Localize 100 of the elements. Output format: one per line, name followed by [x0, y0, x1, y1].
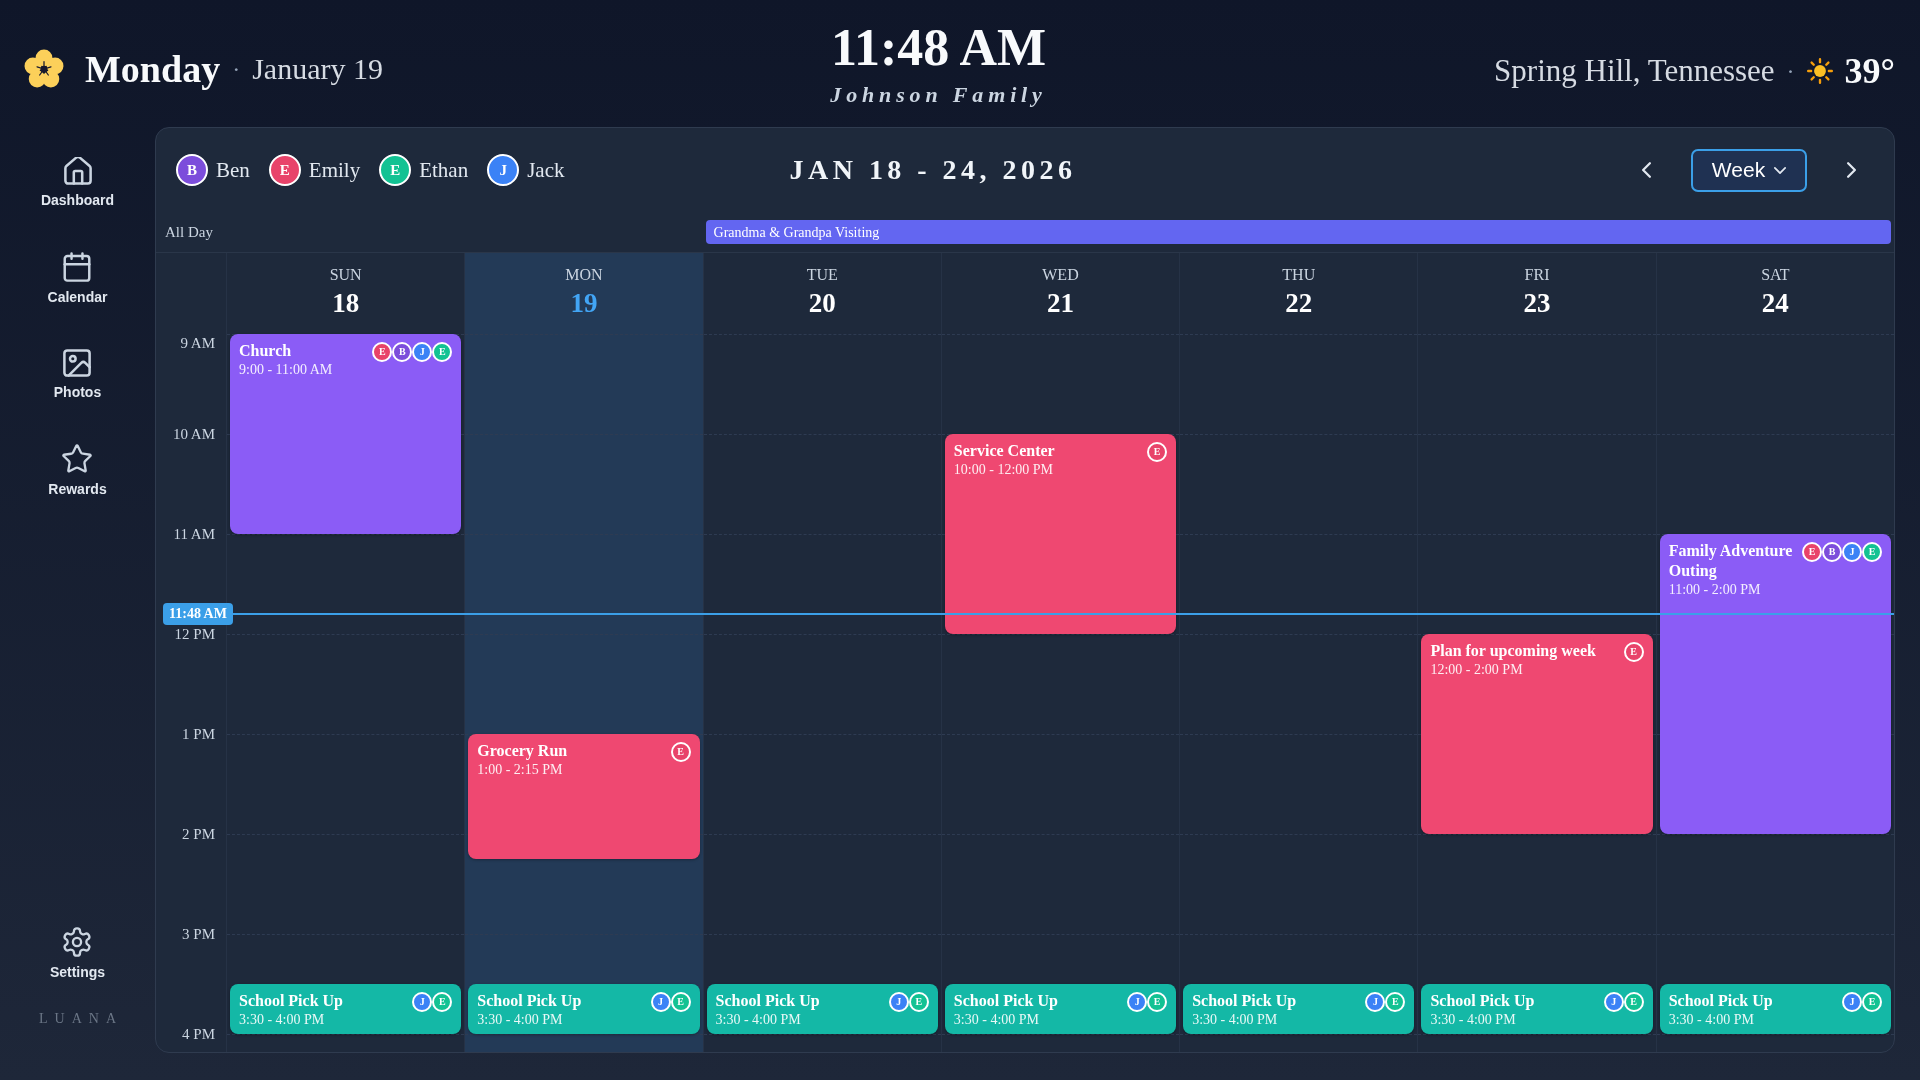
- avatar: E: [670, 992, 691, 1012]
- day-name: SUN: [329, 265, 362, 285]
- event-time: 3:30 - 4:00 PM: [1192, 1011, 1279, 1028]
- event-card[interactable]: Family Adventure Outing 11:00 - 2:00 PM E B J E: [1659, 534, 1891, 834]
- member-filter[interactable]: B Ben: [176, 154, 250, 186]
- event-title: School Pick Up: [477, 991, 582, 1011]
- day-number: 19: [570, 287, 598, 319]
- family-name: Johnson Family: [830, 80, 1047, 109]
- event-time: 11:00 - 2:00 PM: [1668, 581, 1762, 598]
- avatar: J: [1842, 992, 1862, 1012]
- event-card[interactable]: Church 9:00 - 11:00 AM E B J E: [230, 334, 462, 534]
- day-number: 23: [1523, 287, 1551, 319]
- day-number: 18: [332, 287, 360, 319]
- event-card[interactable]: School Pick Up 3:30 - 4:00 PM J E: [944, 984, 1177, 1034]
- avatar: E: [908, 992, 929, 1012]
- avatar: E: [1802, 542, 1822, 562]
- day-number: 24: [1761, 287, 1789, 319]
- event-time: 1:00 - 2:15 PM: [477, 761, 564, 778]
- chevron-right-icon: [1847, 162, 1856, 178]
- event-title: School Pick Up: [1192, 991, 1297, 1011]
- event-time: 3:30 - 4:00 PM: [477, 1011, 564, 1028]
- avatar: J: [412, 992, 433, 1012]
- event-title: Plan for upcoming week: [1430, 641, 1596, 661]
- avatar: J: [888, 992, 909, 1012]
- time-label: 1 PM: [182, 725, 215, 743]
- avatar: E: [432, 342, 453, 362]
- event-title: School Pick Up: [715, 991, 820, 1011]
- sidebar-item[interactable]: Rewards: [42, 444, 113, 498]
- event-title: School Pick Up: [1668, 991, 1773, 1011]
- avatar: B: [1822, 542, 1842, 562]
- day-name: SAT: [1761, 265, 1790, 285]
- event-time: 12:00 - 2:00 PM: [1430, 661, 1524, 678]
- avatar: E: [1147, 442, 1168, 462]
- sun-icon: [1806, 57, 1833, 84]
- avatar: E: [1385, 992, 1406, 1012]
- event-time: 3:30 - 4:00 PM: [715, 1011, 802, 1028]
- settings-icon: [63, 927, 92, 957]
- avatar: B: [176, 154, 208, 186]
- separator-dot: ·: [1786, 56, 1795, 86]
- event-time: 3:30 - 4:00 PM: [239, 1011, 326, 1028]
- calendar-icon: [63, 252, 92, 282]
- time-label: 3 PM: [182, 925, 215, 943]
- avatar: E: [1147, 992, 1168, 1012]
- event-time: 10:00 - 12:00 PM: [953, 461, 1055, 478]
- time-label: 12 PM: [174, 625, 215, 643]
- time-label: 4 PM: [182, 1025, 215, 1043]
- avatar: E: [1623, 992, 1644, 1012]
- all-day-event[interactable]: Grandma & Grandpa Visiting: [705, 220, 1891, 244]
- time-label: 11 AM: [173, 525, 215, 543]
- time-label: 10 AM: [172, 425, 215, 443]
- sidebar-item[interactable]: Dashboard: [34, 157, 121, 209]
- member-filter[interactable]: J Jack: [487, 154, 565, 186]
- view-dropdown[interactable]: Week: [1691, 148, 1807, 192]
- day-title: Monday: [85, 46, 221, 92]
- event-card[interactable]: School Pick Up 3:30 - 4:00 PM J E: [1183, 984, 1415, 1034]
- event-title: Family Adventure Outing: [1668, 541, 1794, 581]
- sidebar-item[interactable]: Photos: [47, 349, 108, 401]
- avatar: E: [1862, 992, 1882, 1012]
- event-time: 3:30 - 4:00 PM: [1668, 1011, 1755, 1028]
- avatar: J: [1127, 992, 1148, 1012]
- sidebar-item[interactable]: Calendar: [41, 252, 114, 306]
- day-number: 21: [1047, 287, 1074, 319]
- flower-icon: [24, 48, 64, 89]
- event-time: 9:00 - 11:00 AM: [239, 361, 333, 378]
- event-card[interactable]: School Pick Up 3:30 - 4:00 PM J E: [1659, 984, 1891, 1034]
- event-title: Grocery Run: [477, 741, 568, 761]
- avatar: J: [1365, 992, 1386, 1012]
- sidebar-item[interactable]: Settings: [43, 927, 112, 981]
- avatar: E: [379, 154, 412, 186]
- avatar: E: [432, 992, 453, 1012]
- clock-time: 11:48 AM: [830, 18, 1047, 77]
- location-label: Spring Hill, Tennessee: [1494, 51, 1775, 90]
- current-time-badge: 11:48 AM: [163, 603, 233, 625]
- temperature-label: 39°: [1844, 49, 1895, 92]
- next-button[interactable]: [1847, 162, 1856, 178]
- event-card[interactable]: School Pick Up 3:30 - 4:00 PM J E: [230, 984, 462, 1034]
- avatar: B: [392, 342, 413, 362]
- event-time: 3:30 - 4:00 PM: [953, 1011, 1041, 1028]
- day-number: 22: [1285, 287, 1313, 319]
- event-card[interactable]: Grocery Run 1:00 - 2:15 PM E: [468, 734, 700, 859]
- day-name: WED: [1042, 265, 1079, 285]
- event-card[interactable]: School Pick Up 3:30 - 4:00 PM J E: [706, 984, 938, 1034]
- event-card[interactable]: School Pick Up 3:30 - 4:00 PM J E: [468, 984, 700, 1034]
- previous-button[interactable]: [1642, 162, 1651, 178]
- home-icon: [63, 157, 92, 185]
- member-filter[interactable]: E Emily: [268, 154, 361, 186]
- event-card[interactable]: Plan for upcoming week 12:00 - 2:00 PM E: [1421, 634, 1653, 834]
- avatar: E: [670, 742, 691, 762]
- day-name: TUE: [806, 265, 838, 285]
- day-number: 20: [808, 287, 836, 319]
- date-label: January 19: [252, 50, 383, 87]
- image-icon: [63, 349, 92, 377]
- member-filter[interactable]: E Ethan: [379, 154, 469, 186]
- event-title: Service Center: [953, 441, 1055, 461]
- avatar: E: [372, 342, 393, 362]
- event-card[interactable]: School Pick Up 3:30 - 4:00 PM J E: [1421, 984, 1653, 1034]
- event-card[interactable]: Service Center 10:00 - 12:00 PM E: [944, 434, 1177, 634]
- avatar: J: [412, 342, 433, 362]
- all-day-label: All Day: [164, 223, 214, 241]
- brand-name: LUANA: [38, 1010, 123, 1027]
